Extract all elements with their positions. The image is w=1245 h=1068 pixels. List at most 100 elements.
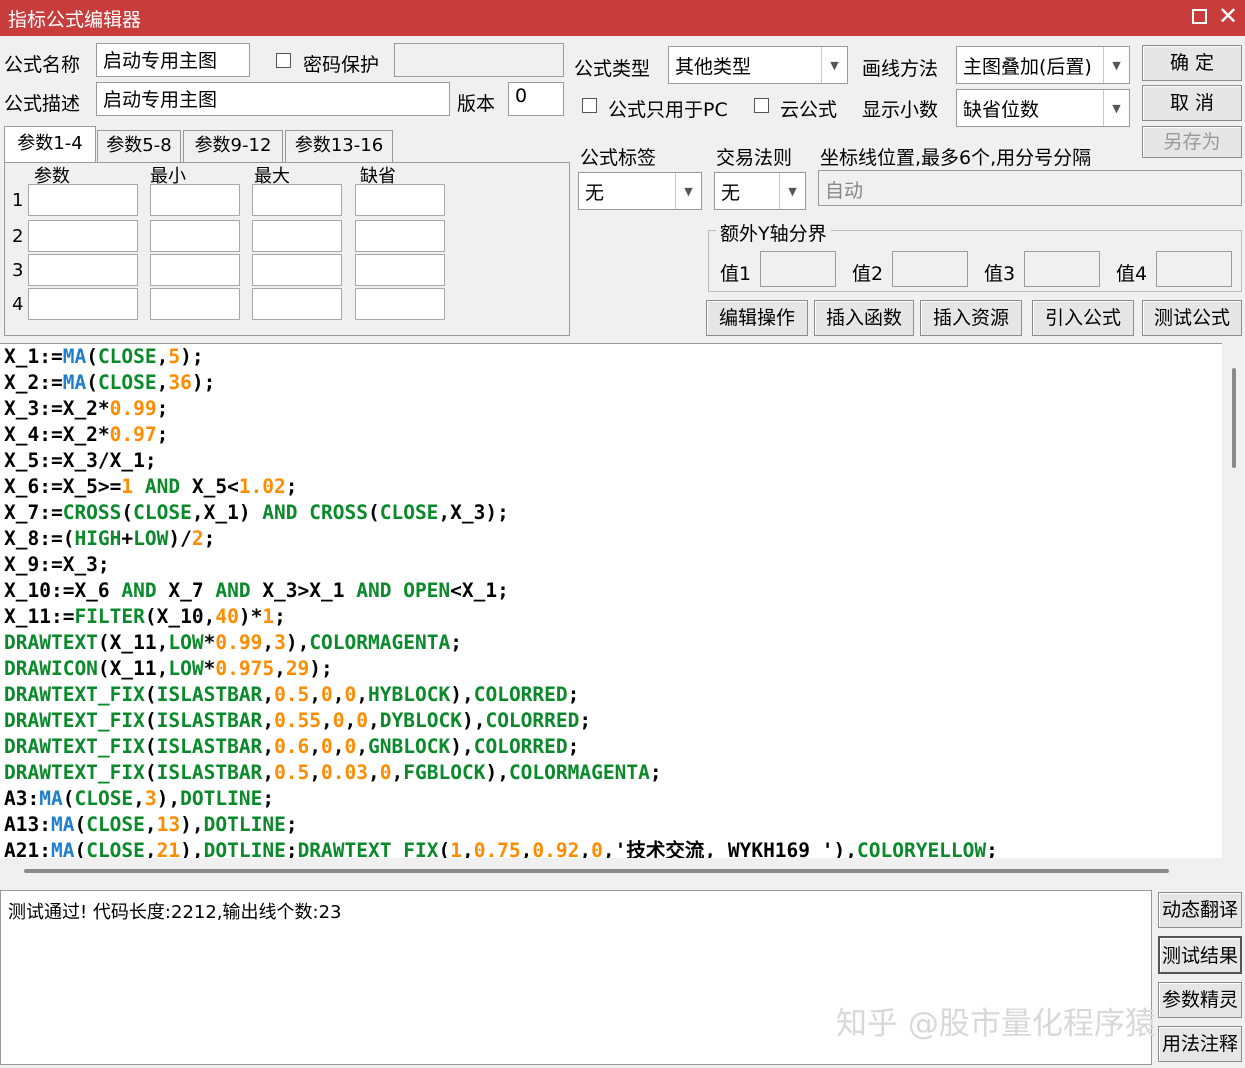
code-line[interactable]: DRAWTEXT_FIX(ISLASTBAR,0.55,0,0,DYBLOCK)… bbox=[4, 708, 1222, 734]
formula-type-select[interactable]: 其他类型 ▼ bbox=[668, 46, 848, 84]
rule-label: 交易法则 bbox=[716, 147, 793, 169]
test-result-button[interactable]: 测试结果 bbox=[1158, 936, 1242, 974]
code-line[interactable]: X_10:=X_6 AND X_7 AND X_3>X_1 AND OPEN<X… bbox=[4, 578, 1222, 604]
param-default-input[interactable] bbox=[355, 184, 445, 216]
val3-input[interactable] bbox=[1024, 251, 1100, 287]
param-default-input[interactable] bbox=[355, 288, 445, 320]
param-name-input[interactable] bbox=[28, 254, 138, 286]
param-row-num: 4 bbox=[12, 294, 24, 315]
formula-desc-input[interactable]: 启动专用主图 bbox=[96, 82, 450, 116]
formula-type-value: 其他类型 bbox=[675, 56, 752, 78]
formula-name-input[interactable]: 启动专用主图 bbox=[96, 43, 250, 77]
test-formula-button[interactable]: 测试公式 bbox=[1142, 300, 1242, 336]
tab-params-1-4[interactable]: 参数1-4 bbox=[4, 126, 96, 164]
param-min-input[interactable] bbox=[150, 254, 240, 286]
dynamic-translate-button[interactable]: 动态翻译 bbox=[1158, 892, 1242, 928]
code-line[interactable]: A21:MA(CLOSE,21),DOTLINE;DRAWTEXT_FIX(1,… bbox=[4, 838, 1222, 858]
axis-label: 坐标线位置,最多6个,用分号分隔 bbox=[820, 147, 1092, 169]
horizontal-scroll-thumb[interactable] bbox=[24, 869, 1169, 873]
code-line[interactable]: A3:MA(CLOSE,3),DOTLINE; bbox=[4, 786, 1222, 812]
code-line[interactable]: X_11:=FILTER(X_10,40)*1; bbox=[4, 604, 1222, 630]
insert-resource-button[interactable]: 插入资源 bbox=[920, 300, 1022, 336]
param-row-num: 2 bbox=[12, 226, 24, 247]
insert-func-button[interactable]: 插入函数 bbox=[814, 300, 914, 336]
tab-params-5-8[interactable]: 参数5-8 bbox=[97, 130, 181, 162]
edit-ops-button[interactable]: 编辑操作 bbox=[706, 300, 808, 336]
code-line[interactable]: X_6:=X_5>=1 AND X_5<1.02; bbox=[4, 474, 1222, 500]
param-row-num: 1 bbox=[12, 190, 24, 211]
status-message: 测试通过! 代码长度:2212,输出线个数:23 bbox=[8, 902, 342, 923]
code-line[interactable]: DRAWTEXT_FIX(ISLASTBAR,0.6,0,0,GNBLOCK),… bbox=[4, 734, 1222, 760]
param-name-input[interactable] bbox=[28, 288, 138, 320]
param-name-input[interactable] bbox=[28, 220, 138, 252]
code-line[interactable]: X_1:=MA(CLOSE,5); bbox=[4, 344, 1222, 370]
code-line[interactable]: DRAWICON(X_11,LOW*0.975,29); bbox=[4, 656, 1222, 682]
chevron-down-icon: ▼ bbox=[779, 173, 805, 209]
param-max-input[interactable] bbox=[252, 220, 342, 252]
formula-name-label: 公式名称 bbox=[4, 54, 81, 76]
usage-note-button[interactable]: 用法注释 bbox=[1158, 1026, 1242, 1062]
code-line[interactable]: X_5:=X_3/X_1; bbox=[4, 448, 1222, 474]
tab-params-13-16[interactable]: 参数13-16 bbox=[285, 130, 393, 162]
code-line[interactable]: X_4:=X_2*0.97; bbox=[4, 422, 1222, 448]
param-max-input[interactable] bbox=[252, 184, 342, 216]
param-row-num: 3 bbox=[12, 260, 24, 281]
rule-select[interactable]: 无 ▼ bbox=[714, 172, 806, 210]
param-max-input[interactable] bbox=[252, 254, 342, 286]
decimal-select[interactable]: 缺省位数 ▼ bbox=[956, 89, 1130, 127]
watermark: 知乎 @股市量化程序猿 bbox=[836, 1006, 1156, 1042]
val2-input[interactable] bbox=[892, 251, 968, 287]
code-line[interactable]: X_7:=CROSS(CLOSE,X_1) AND CROSS(CLOSE,X_… bbox=[4, 500, 1222, 526]
title-bar bbox=[0, 0, 1245, 36]
param-max-input[interactable] bbox=[252, 288, 342, 320]
cancel-button[interactable]: 取 消 bbox=[1142, 85, 1242, 121]
chevron-down-icon: ▼ bbox=[1103, 47, 1129, 83]
code-line[interactable]: DRAWTEXT_FIX(ISLASTBAR,0.5,0.03,0,FGBLOC… bbox=[4, 760, 1222, 786]
password-checkbox[interactable] bbox=[276, 53, 291, 68]
param-min-input[interactable] bbox=[150, 288, 240, 320]
param-min-input[interactable] bbox=[150, 184, 240, 216]
vertical-scroll-thumb[interactable] bbox=[1232, 368, 1236, 468]
pc-only-checkbox[interactable] bbox=[582, 98, 597, 113]
cloud-checkbox[interactable] bbox=[754, 98, 769, 113]
param-name-input[interactable] bbox=[28, 184, 138, 216]
tag-value: 无 bbox=[585, 182, 605, 204]
code-line[interactable]: X_3:=X_2*0.99; bbox=[4, 396, 1222, 422]
axis-input[interactable]: 自动 bbox=[818, 170, 1242, 206]
yaxis-group-label: 额外Y轴分界 bbox=[716, 219, 831, 246]
rule-value: 无 bbox=[721, 182, 741, 204]
import-formula-button[interactable]: 引入公式 bbox=[1032, 300, 1134, 336]
cloud-label: 云公式 bbox=[780, 99, 838, 121]
chevron-down-icon: ▼ bbox=[1103, 90, 1129, 126]
draw-method-label: 画线方法 bbox=[862, 58, 939, 80]
val2-label: 值2 bbox=[852, 263, 884, 285]
maximize-icon[interactable] bbox=[1192, 9, 1207, 24]
decimal-label: 显示小数 bbox=[862, 99, 939, 121]
password-label: 密码保护 bbox=[303, 54, 380, 76]
code-line[interactable]: DRAWTEXT(X_11,LOW*0.99,3),COLORMAGENTA; bbox=[4, 630, 1222, 656]
draw-method-value: 主图叠加(后置) bbox=[963, 56, 1092, 78]
code-line[interactable]: X_9:=X_3; bbox=[4, 552, 1222, 578]
param-default-input[interactable] bbox=[355, 220, 445, 252]
password-input bbox=[394, 43, 564, 77]
decimal-value: 缺省位数 bbox=[963, 99, 1040, 121]
val1-input[interactable] bbox=[760, 251, 836, 287]
param-wizard-button[interactable]: 参数精灵 bbox=[1158, 982, 1242, 1018]
close-icon[interactable]: ✕ bbox=[1218, 2, 1238, 30]
code-line[interactable]: X_2:=MA(CLOSE,36); bbox=[4, 370, 1222, 396]
code-text[interactable]: X_1:=MA(CLOSE,5); X_2:=MA(CLOSE,36); X_3:=… bbox=[0, 344, 1222, 858]
param-default-input[interactable] bbox=[355, 254, 445, 286]
version-input[interactable]: 0 bbox=[508, 82, 564, 116]
code-line[interactable]: A13:MA(CLOSE,13),DOTLINE; bbox=[4, 812, 1222, 838]
param-min-input[interactable] bbox=[150, 220, 240, 252]
code-line[interactable]: X_8:=(HIGH+LOW)/2; bbox=[4, 526, 1222, 552]
draw-method-select[interactable]: 主图叠加(后置) ▼ bbox=[956, 46, 1130, 84]
code-line[interactable]: DRAWTEXT_FIX(ISLASTBAR,0.5,0,0,HYBLOCK),… bbox=[4, 682, 1222, 708]
tag-select[interactable]: 无 ▼ bbox=[578, 172, 702, 210]
formula-desc-label: 公式描述 bbox=[4, 93, 81, 115]
ok-button[interactable]: 确 定 bbox=[1142, 45, 1242, 81]
val4-input[interactable] bbox=[1156, 251, 1232, 287]
code-editor[interactable]: X_1:=MA(CLOSE,5); X_2:=MA(CLOSE,36); X_3:=… bbox=[0, 343, 1222, 858]
tab-params-9-12[interactable]: 参数9-12 bbox=[183, 130, 283, 162]
chevron-down-icon: ▼ bbox=[821, 47, 847, 83]
